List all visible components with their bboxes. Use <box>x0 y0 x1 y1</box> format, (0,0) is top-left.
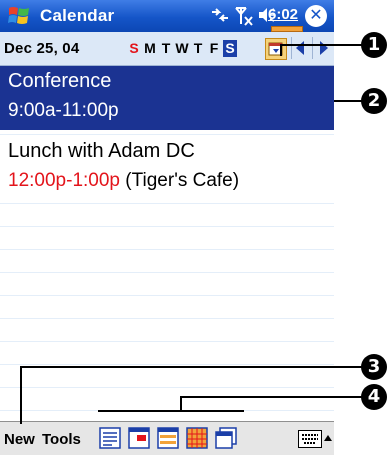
clock[interactable]: 6:02 <box>268 6 298 23</box>
keyboard-keys-icon <box>302 434 318 444</box>
appointment-title: Conference <box>8 70 112 92</box>
signal-off-icon[interactable] <box>234 5 254 27</box>
callout-4: 4 <box>361 384 387 410</box>
callout-line-3-drop <box>20 366 22 424</box>
close-button[interactable]: ✕ <box>305 5 327 27</box>
appointment-item[interactable]: Lunch with Adam DC 12:00p-1:00p (Tiger's… <box>0 138 334 196</box>
callout-line-1 <box>280 44 362 46</box>
input-panel-arrow-icon[interactable] <box>324 435 332 441</box>
callout-line-4-bracket <box>98 410 244 412</box>
appointment-location: (Tiger's Cafe) <box>125 170 240 191</box>
tools-menu[interactable]: Tools <box>42 431 81 448</box>
weekday-thursday[interactable]: T <box>191 40 205 57</box>
keyboard-icon[interactable] <box>298 430 322 448</box>
pocket-pc-screen: Calendar 6:02 ✕ Dec 25, 04 S M T W T F S… <box>0 0 334 455</box>
weekday-selector: S M T W T F S <box>127 40 237 57</box>
appointment-title: Lunch with Adam DC <box>8 140 195 162</box>
weekday-wednesday[interactable]: W <box>175 40 189 57</box>
bottom-toolbar: New Tools <box>0 421 334 455</box>
title-bar: Calendar 6:02 ✕ <box>0 0 334 32</box>
weekday-tuesday[interactable]: T <box>159 40 173 57</box>
connectivity-icon[interactable] <box>210 5 230 25</box>
callout-1: 1 <box>361 32 387 58</box>
new-menu[interactable]: New <box>4 431 35 448</box>
year-view-icon[interactable] <box>214 426 238 450</box>
nav-divider <box>312 37 313 59</box>
appointment-time-line: 12:00p-1:00p (Tiger's Cafe) <box>8 170 239 192</box>
appointment-time: 12:00p-1:00p <box>8 170 120 191</box>
callout-line-1-drop <box>280 44 282 56</box>
callout-line-4-drop <box>180 396 182 410</box>
go-to-today-button[interactable] <box>265 38 287 60</box>
appointment-item[interactable]: Conference 9:00a-11:00p <box>0 66 334 130</box>
calendar-today-icon <box>268 42 283 56</box>
appointment-time: 9:00a-11:00p <box>8 100 119 121</box>
nav-divider <box>291 37 292 59</box>
callout-line-4 <box>180 396 362 398</box>
callout-line-3 <box>20 366 362 368</box>
windows-start-icon[interactable] <box>6 4 32 28</box>
weekday-sunday[interactable]: S <box>127 40 141 57</box>
app-title: Calendar <box>40 6 115 25</box>
callout-3: 3 <box>361 354 387 380</box>
callout-line-2 <box>334 100 362 102</box>
current-date[interactable]: Dec 25, 04 <box>4 40 79 57</box>
day-view-icon[interactable] <box>127 426 151 450</box>
weekday-saturday[interactable]: S <box>223 40 237 57</box>
agenda-view-icon[interactable] <box>98 426 122 450</box>
week-view-icon[interactable] <box>156 426 180 450</box>
month-view-icon[interactable] <box>185 426 209 450</box>
date-bar: Dec 25, 04 S M T W T F S <box>0 32 334 66</box>
weekday-friday[interactable]: F <box>207 40 221 57</box>
weekday-monday[interactable]: M <box>143 40 157 57</box>
callout-2: 2 <box>361 88 387 114</box>
